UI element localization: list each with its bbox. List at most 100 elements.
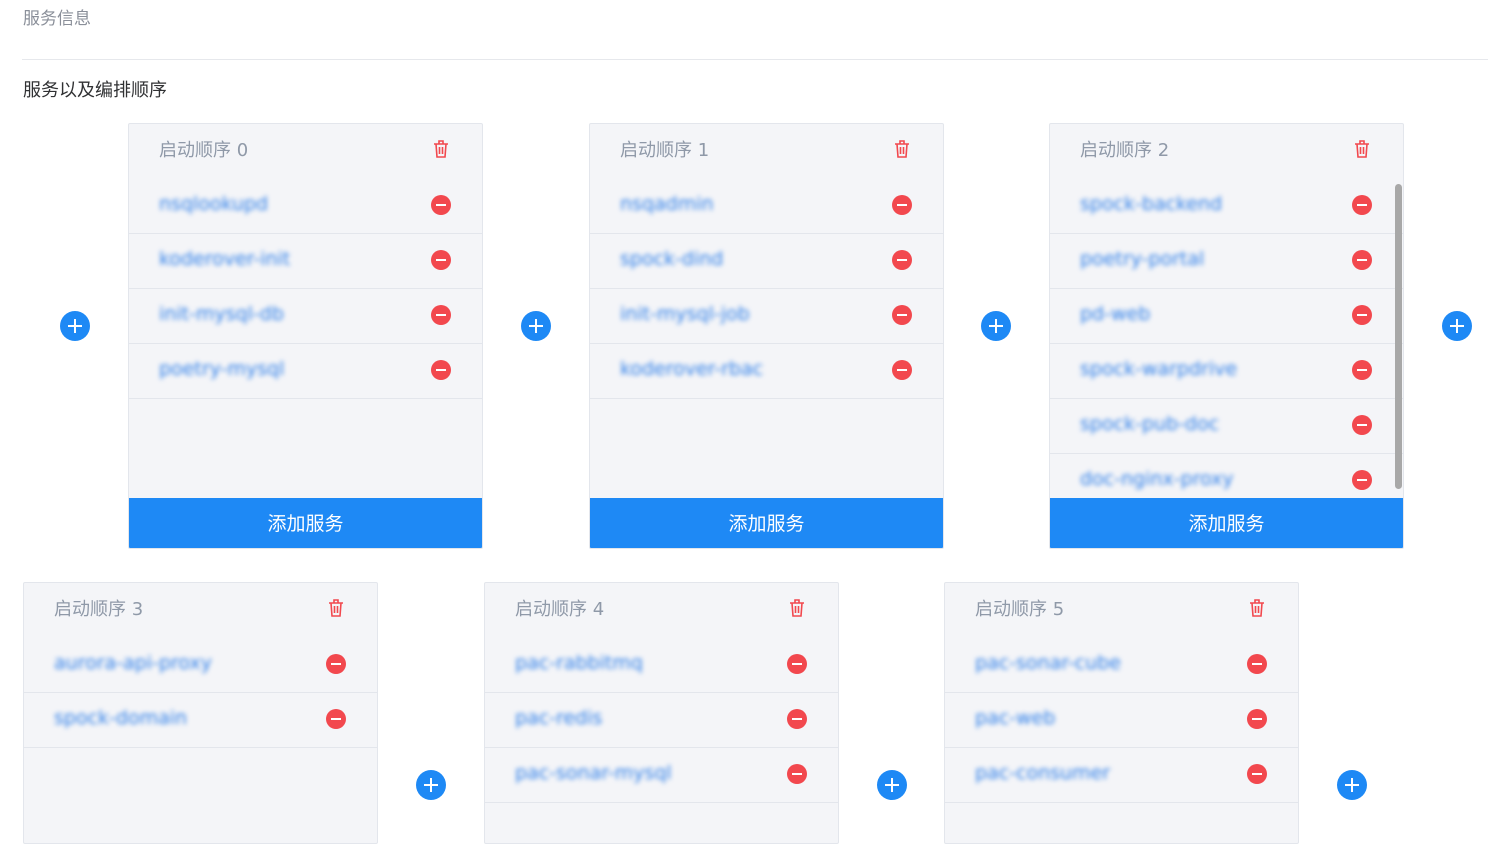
stage-card-4: 启动顺序 4 pac-rabbitmq pac-redis pac-sonar-my… xyxy=(484,582,839,844)
service-name[interactable]: spock-backend xyxy=(1080,193,1222,215)
service-row: init-mysql-job xyxy=(590,289,943,344)
service-name[interactable]: pac-consumer xyxy=(975,762,1110,784)
service-name[interactable]: spock-warpdrive xyxy=(1080,358,1237,380)
stage-title: 启动顺序 4 xyxy=(515,599,605,620)
service-list: nsqadmin spock-dind init-mysql-job koderove… xyxy=(590,179,943,399)
add-service-button[interactable]: 添加服务 xyxy=(1050,498,1403,548)
service-row: pac-sonar-cube xyxy=(945,638,1298,693)
service-list: pac-rabbitmq pac-redis pac-sonar-mysql xyxy=(485,638,838,803)
stage-title: 启动顺序 2 xyxy=(1080,140,1170,161)
remove-service-icon[interactable] xyxy=(892,250,912,270)
service-name[interactable]: koderover-rbac xyxy=(620,358,763,380)
remove-service-icon[interactable] xyxy=(431,195,451,215)
remove-service-icon[interactable] xyxy=(1247,654,1267,674)
service-row: spock-dind xyxy=(590,234,943,289)
remove-service-icon[interactable] xyxy=(1352,305,1372,325)
remove-service-icon[interactable] xyxy=(431,250,451,270)
insert-stage-button-6[interactable] xyxy=(1337,770,1367,800)
service-list: aurora-api-proxy spock-domain xyxy=(24,638,377,748)
page-subtitle: 服务以及编排顺序 xyxy=(23,80,167,101)
remove-service-icon[interactable] xyxy=(1247,764,1267,784)
section-title: 服务信息 xyxy=(23,9,91,29)
service-row: poetry-mysql xyxy=(129,344,482,399)
service-name[interactable]: doc-nginx-proxy xyxy=(1080,468,1234,490)
service-row: spock-backend xyxy=(1050,179,1403,234)
stage-card-2: 启动顺序 2 spock-backend poetry-portal pd-web s… xyxy=(1049,123,1404,549)
service-name[interactable]: poetry-portal xyxy=(1080,248,1204,270)
service-row: nsqlookupd xyxy=(129,179,482,234)
service-list: spock-backend poetry-portal pd-web spock-wa… xyxy=(1050,179,1403,509)
service-row: koderover-rbac xyxy=(590,344,943,399)
remove-service-icon[interactable] xyxy=(326,709,346,729)
remove-service-icon[interactable] xyxy=(1352,470,1372,490)
stage-card-3: 启动顺序 3 aurora-api-proxy spock-domain xyxy=(23,582,378,844)
remove-service-icon[interactable] xyxy=(326,654,346,674)
add-service-button[interactable]: 添加服务 xyxy=(590,498,943,548)
scrollbar[interactable] xyxy=(1395,184,1402,489)
service-name[interactable]: spock-dind xyxy=(620,248,723,270)
remove-service-icon[interactable] xyxy=(1247,709,1267,729)
insert-stage-button-0[interactable] xyxy=(60,311,90,341)
service-list: pac-sonar-cube pac-web pac-consumer xyxy=(945,638,1298,803)
remove-service-icon[interactable] xyxy=(892,305,912,325)
service-name[interactable]: spock-domain xyxy=(54,707,187,729)
service-row: spock-domain xyxy=(24,693,377,748)
service-name[interactable]: init-mysql-db xyxy=(159,303,284,325)
service-name[interactable]: pac-sonar-cube xyxy=(975,652,1121,674)
service-name[interactable]: init-mysql-job xyxy=(620,303,750,325)
remove-service-icon[interactable] xyxy=(431,305,451,325)
service-row: pac-redis xyxy=(485,693,838,748)
service-row: pac-sonar-mysql xyxy=(485,748,838,803)
trash-icon[interactable] xyxy=(786,597,808,619)
insert-stage-button-2[interactable] xyxy=(981,311,1011,341)
stage-card-5: 启动顺序 5 pac-sonar-cube pac-web pac-consumer xyxy=(944,582,1299,844)
service-name[interactable]: pd-web xyxy=(1080,303,1150,325)
stage-title: 启动顺序 0 xyxy=(159,140,249,161)
trash-icon[interactable] xyxy=(891,138,913,160)
service-name[interactable]: pac-sonar-mysql xyxy=(515,762,672,784)
trash-icon[interactable] xyxy=(1351,138,1373,160)
stage-card-1: 启动顺序 1 nsqadmin spock-dind init-mysql-job k… xyxy=(589,123,944,549)
service-name[interactable]: nsqadmin xyxy=(620,193,714,215)
service-name[interactable]: koderover-init xyxy=(159,248,290,270)
add-service-button[interactable]: 添加服务 xyxy=(129,498,482,548)
divider xyxy=(22,59,1488,60)
service-row: spock-pub-doc xyxy=(1050,399,1403,454)
remove-service-icon[interactable] xyxy=(431,360,451,380)
insert-stage-button-5[interactable] xyxy=(877,770,907,800)
service-name[interactable]: pac-web xyxy=(975,707,1055,729)
remove-service-icon[interactable] xyxy=(1352,415,1372,435)
remove-service-icon[interactable] xyxy=(1352,195,1372,215)
service-row: poetry-portal xyxy=(1050,234,1403,289)
remove-service-icon[interactable] xyxy=(1352,360,1372,380)
service-list: nsqlookupd koderover-init init-mysql-db poe… xyxy=(129,179,482,399)
service-name[interactable]: pac-redis xyxy=(515,707,602,729)
service-row: aurora-api-proxy xyxy=(24,638,377,693)
remove-service-icon[interactable] xyxy=(787,709,807,729)
trash-icon[interactable] xyxy=(430,138,452,160)
service-name[interactable]: nsqlookupd xyxy=(159,193,268,215)
service-row: init-mysql-db xyxy=(129,289,482,344)
insert-stage-button-1[interactable] xyxy=(521,311,551,341)
stage-card-0: 启动顺序 0 nsqlookupd koderover-init init-mysq… xyxy=(128,123,483,549)
stage-title: 启动顺序 5 xyxy=(975,599,1065,620)
service-name[interactable]: pac-rabbitmq xyxy=(515,652,643,674)
service-name[interactable]: aurora-api-proxy xyxy=(54,652,212,674)
service-row: pac-rabbitmq xyxy=(485,638,838,693)
service-name[interactable]: spock-pub-doc xyxy=(1080,413,1219,435)
remove-service-icon[interactable] xyxy=(1352,250,1372,270)
insert-stage-button-3[interactable] xyxy=(1442,311,1472,341)
remove-service-icon[interactable] xyxy=(892,195,912,215)
insert-stage-button-4[interactable] xyxy=(416,770,446,800)
service-row: koderover-init xyxy=(129,234,482,289)
remove-service-icon[interactable] xyxy=(787,764,807,784)
remove-service-icon[interactable] xyxy=(892,360,912,380)
service-row: nsqadmin xyxy=(590,179,943,234)
service-row: pac-consumer xyxy=(945,748,1298,803)
service-name[interactable]: poetry-mysql xyxy=(159,358,284,380)
service-row: spock-warpdrive xyxy=(1050,344,1403,399)
trash-icon[interactable] xyxy=(325,597,347,619)
trash-icon[interactable] xyxy=(1246,597,1268,619)
service-row: pac-web xyxy=(945,693,1298,748)
remove-service-icon[interactable] xyxy=(787,654,807,674)
